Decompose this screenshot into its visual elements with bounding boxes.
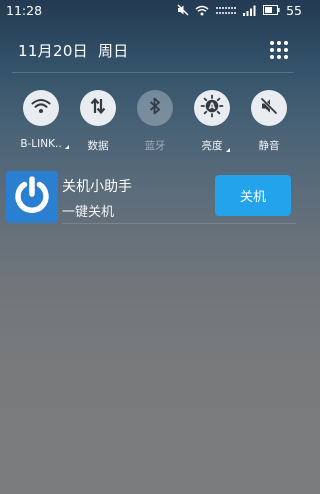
toggle-label: 静音 <box>258 140 280 152</box>
grid-icon[interactable] <box>270 41 288 59</box>
toggle-mute[interactable]: 静音 <box>240 90 298 156</box>
brightness-toggle-circle[interactable]: A <box>194 90 230 126</box>
toggle-label: B-LINK.. <box>20 138 69 150</box>
date-header: 11月20日 周日 <box>0 36 306 64</box>
notification-divider <box>62 223 296 224</box>
mute-icon <box>260 97 278 119</box>
status-time: 11:28 <box>6 2 43 18</box>
status-icons: 55 <box>177 3 302 18</box>
data-transfer-icon <box>90 97 106 119</box>
brightness-auto-icon: A <box>200 94 224 122</box>
notification-subtitle: 一键关机 <box>62 205 115 220</box>
wifi-icon <box>195 5 209 16</box>
wifi-icon <box>31 98 51 118</box>
toggle-label: 数据 <box>87 140 109 152</box>
battery-percent: 55 <box>286 2 302 18</box>
weekday: 周日 <box>97 41 129 60</box>
data-toggle-circle[interactable] <box>80 90 116 126</box>
bluetooth-toggle-circle[interactable] <box>137 90 173 126</box>
toggle-bluetooth[interactable]: 蓝牙 <box>126 90 184 156</box>
divider <box>12 72 294 73</box>
notification-title: 关机小助手 <box>62 179 132 195</box>
toggle-label: 蓝牙 <box>144 140 166 152</box>
svg-text:A: A <box>209 102 216 112</box>
quick-toggles: B-LINK.. 数据 蓝牙 A 亮度 静音 <box>0 90 306 156</box>
bluetooth-icon <box>149 97 161 119</box>
toggle-brightness[interactable]: A 亮度 <box>183 90 241 156</box>
signal-icon <box>215 5 237 16</box>
status-bar: 11:28 55 <box>0 0 306 20</box>
mute-toggle-circle[interactable] <box>251 90 287 126</box>
wifi-toggle-circle[interactable] <box>23 90 59 126</box>
shutdown-button[interactable]: 关机 <box>215 175 291 216</box>
toggle-wifi[interactable]: B-LINK.. <box>12 90 70 156</box>
toggle-label: 亮度 <box>202 138 230 153</box>
expand-corner-icon <box>225 148 230 152</box>
power-icon <box>11 174 53 220</box>
toggle-data[interactable]: 数据 <box>69 90 127 156</box>
notification-card[interactable]: 关机小助手 一键关机 关机 <box>4 170 302 224</box>
app-icon <box>6 171 58 223</box>
signal-bars-icon <box>243 5 257 16</box>
battery-icon <box>263 5 280 15</box>
date: 11月20日 <box>18 41 88 60</box>
date-label: 11月20日 周日 <box>18 40 139 61</box>
mute-icon <box>177 4 189 16</box>
